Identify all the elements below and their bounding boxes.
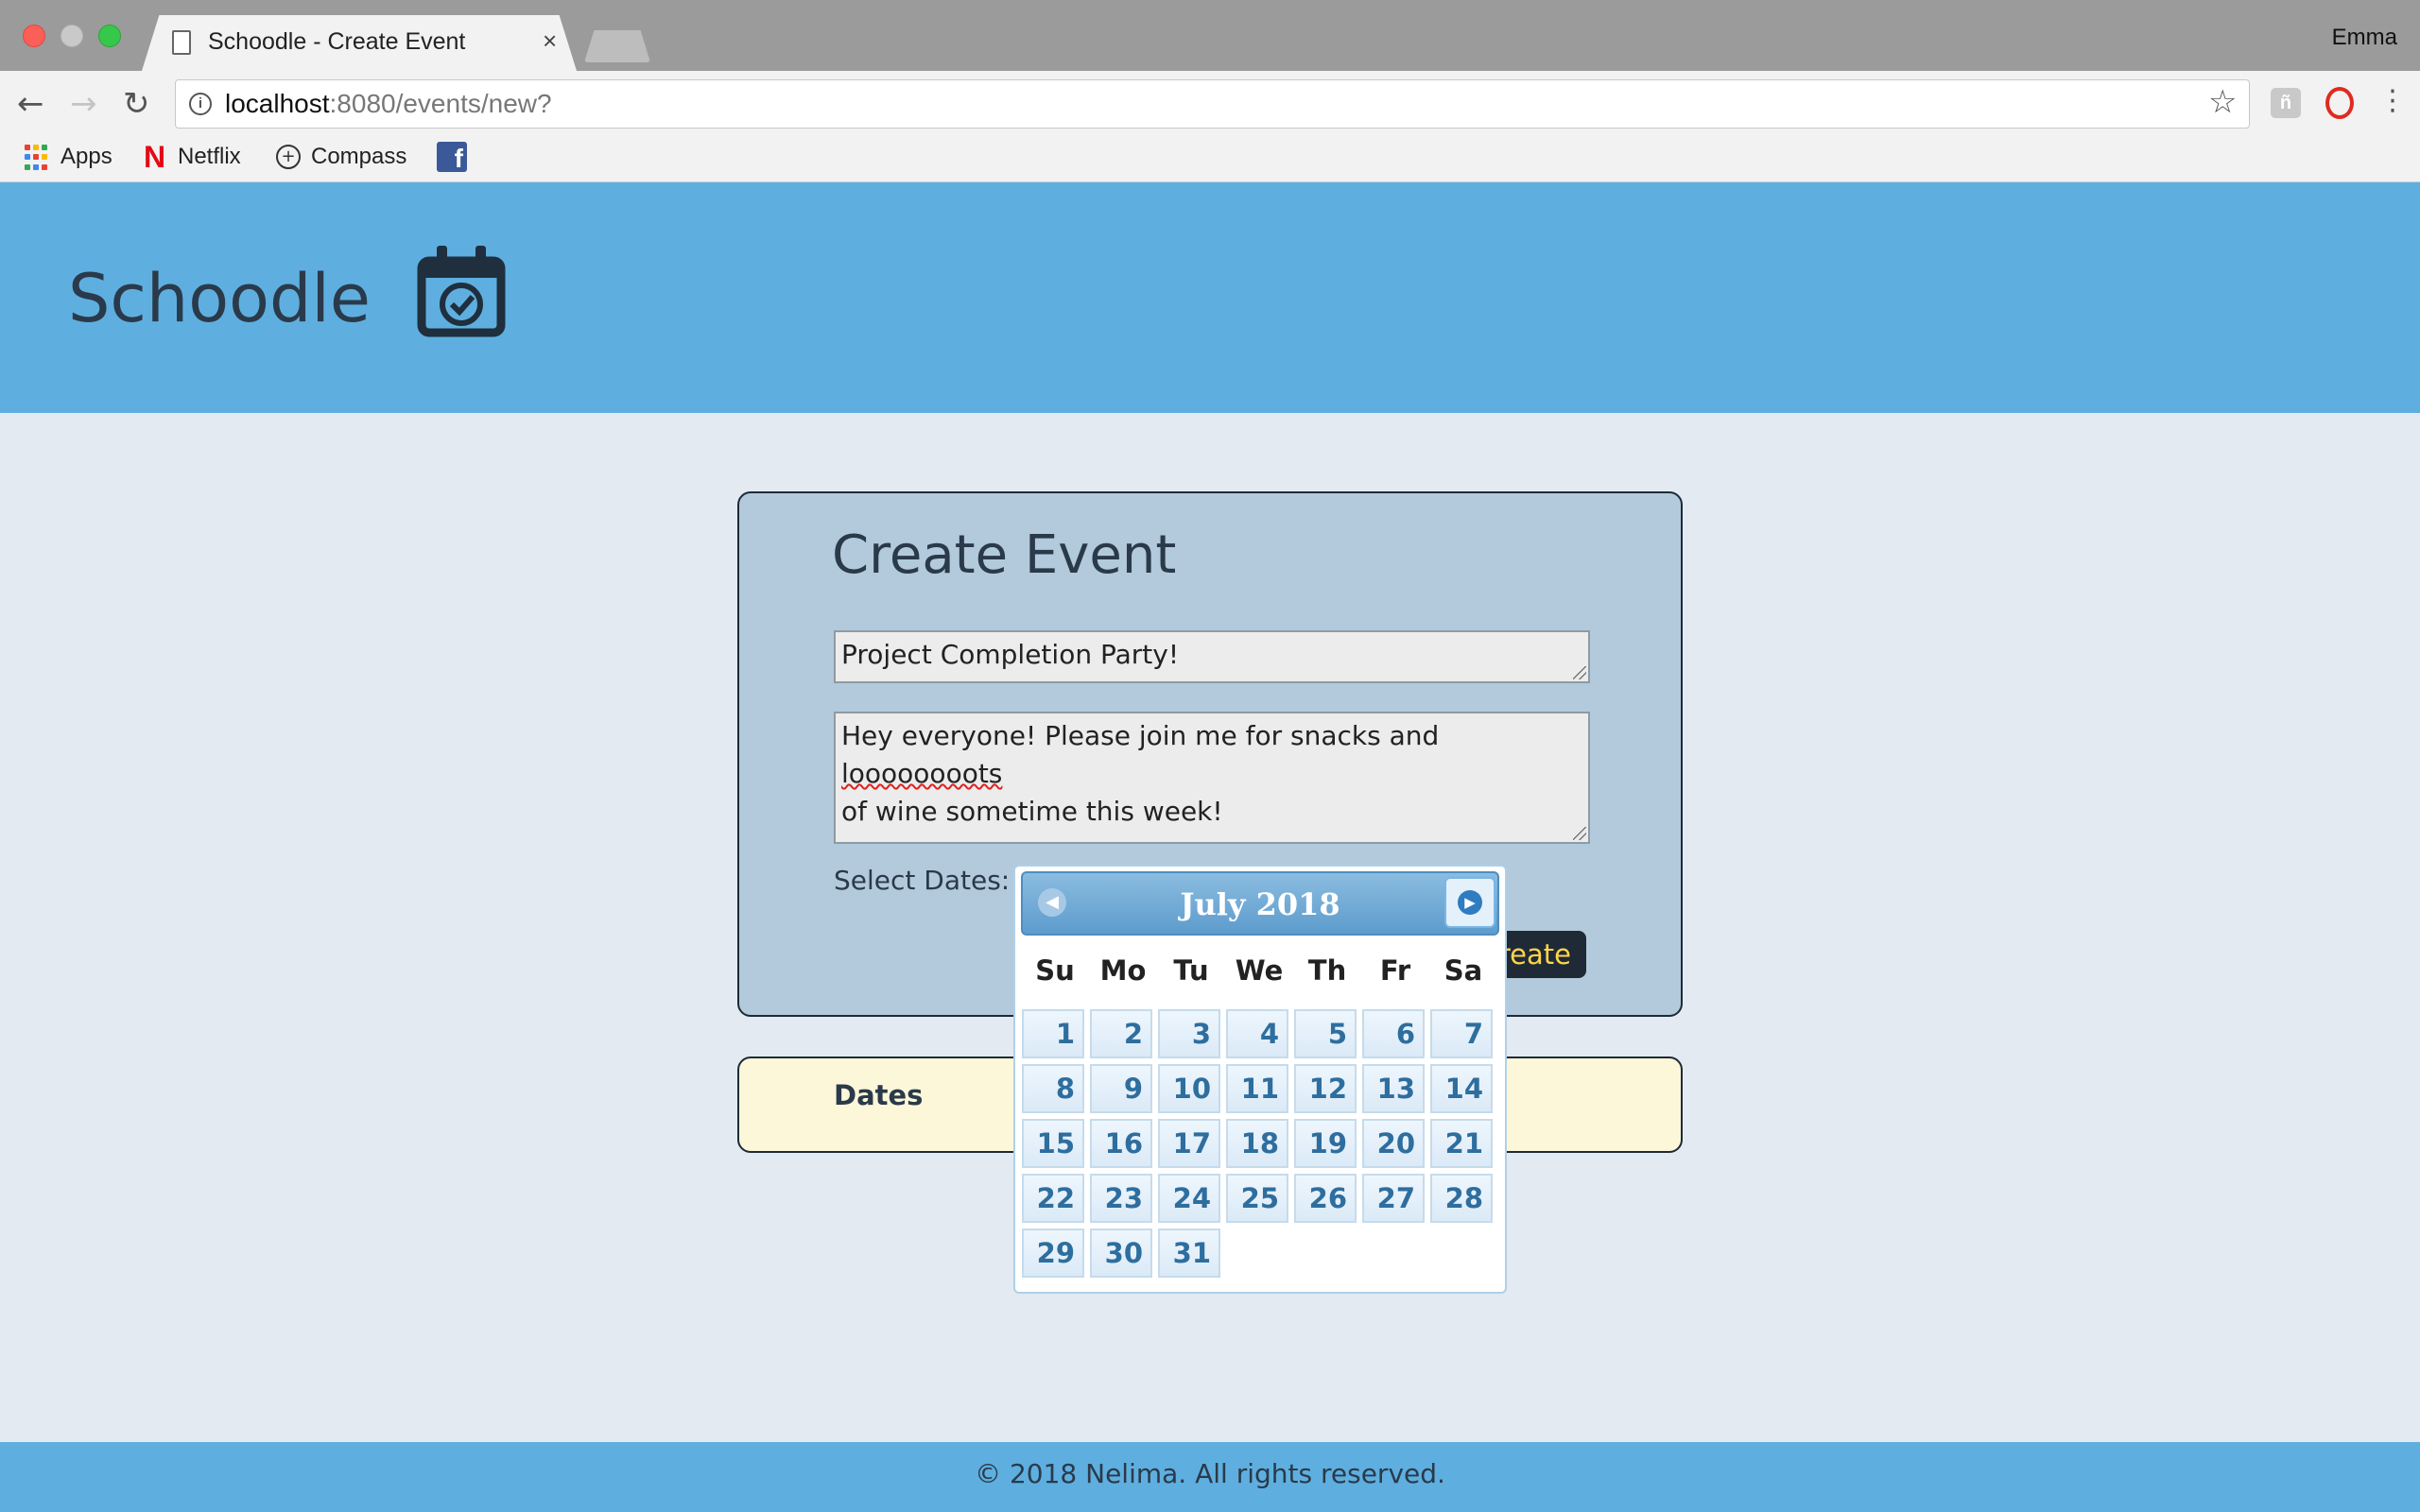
page-document-icon — [172, 30, 191, 55]
datepicker-day[interactable]: 13 — [1362, 1064, 1425, 1113]
facebook-icon[interactable]: f — [437, 142, 467, 172]
profile-name[interactable]: Emma — [2332, 25, 2397, 51]
window-maximize-button[interactable] — [98, 25, 121, 47]
datepicker-day[interactable]: 16 — [1090, 1119, 1152, 1168]
datepicker-day[interactable]: 4 — [1226, 1009, 1288, 1058]
netflix-icon: N — [144, 140, 166, 174]
event-title-field[interactable]: Project Completion Party! — [834, 630, 1590, 683]
datepicker-day[interactable]: 20 — [1362, 1119, 1425, 1168]
select-dates-label: Select Dates: — [834, 865, 1011, 896]
datepicker-day[interactable]: 15 — [1022, 1119, 1084, 1168]
datepicker-day[interactable]: 2 — [1090, 1009, 1152, 1058]
resize-grip-icon[interactable] — [1573, 827, 1586, 840]
tab-title: Schoodle - Create Event — [208, 28, 466, 55]
url-host: localhost — [225, 89, 330, 118]
datepicker-day[interactable]: 14 — [1430, 1064, 1493, 1113]
datepicker-day[interactable]: 30 — [1090, 1228, 1152, 1278]
site-info-icon[interactable]: i — [189, 93, 212, 115]
weekday-header: Sa — [1443, 954, 1483, 987]
datepicker-day[interactable]: 12 — [1294, 1064, 1357, 1113]
calendar-check-icon — [417, 246, 506, 337]
datepicker-day[interactable]: 29 — [1022, 1228, 1084, 1278]
weekday-header: Th — [1307, 954, 1347, 987]
bookmark-star-icon[interactable]: ☆ — [2208, 83, 2237, 121]
reload-icon[interactable]: ↻ — [123, 85, 150, 123]
resize-grip-icon[interactable] — [1573, 666, 1586, 679]
datepicker-day[interactable]: 5 — [1294, 1009, 1357, 1058]
weekday-header: Tu — [1173, 954, 1209, 987]
footer-copyright: © 2018 Nelima. All rights reserved. — [975, 1458, 1445, 1489]
datepicker-day[interactable]: 11 — [1226, 1064, 1288, 1113]
extension-icon[interactable]: ñ — [2271, 88, 2301, 118]
datepicker-day[interactable]: 24 — [1158, 1174, 1220, 1223]
bookmark-compass[interactable]: Compass — [311, 143, 406, 171]
weekday-header: We — [1235, 954, 1284, 987]
weekday-header: Mo — [1099, 954, 1147, 987]
bookmark-netflix[interactable]: Netflix — [178, 143, 241, 171]
address-url[interactable]: localhost:8080/events/new? — [225, 89, 552, 119]
datepicker-day[interactable]: 25 — [1226, 1174, 1288, 1223]
url-path: :8080/events/new? — [329, 89, 552, 118]
description-misspelled-word: loooooooots — [841, 758, 1003, 789]
datepicker-day[interactable]: 3 — [1158, 1009, 1220, 1058]
prev-month-icon[interactable]: ◀ — [1038, 888, 1066, 917]
datepicker-day[interactable]: 7 — [1430, 1009, 1493, 1058]
datepicker-day[interactable]: 6 — [1362, 1009, 1425, 1058]
forward-arrow-icon[interactable]: → — [70, 85, 97, 123]
new-tab-button[interactable] — [584, 30, 650, 62]
datepicker-day[interactable]: 23 — [1090, 1174, 1152, 1223]
event-title-value: Project Completion Party! — [841, 639, 1180, 670]
weekday-header: Fr — [1379, 954, 1411, 987]
opera-extension-icon[interactable] — [2325, 87, 2354, 119]
window-close-button[interactable] — [23, 25, 45, 47]
bookmark-apps[interactable]: Apps — [60, 143, 112, 171]
description-text-line2: of wine sometime this week! — [841, 796, 1223, 827]
datepicker-day[interactable]: 8 — [1022, 1064, 1084, 1113]
datepicker-day[interactable]: 18 — [1226, 1119, 1288, 1168]
datepicker-month-label: July 2018 — [1180, 886, 1340, 922]
datepicker-day[interactable]: 19 — [1294, 1119, 1357, 1168]
tab-close-button[interactable]: × — [543, 26, 557, 56]
event-description-field[interactable]: Hey everyone! Please join me for snacks … — [834, 712, 1590, 844]
next-month-button[interactable]: ▶ — [1444, 877, 1495, 928]
datepicker-day[interactable]: 27 — [1362, 1174, 1425, 1223]
datepicker-day[interactable]: 26 — [1294, 1174, 1357, 1223]
page-title: Create Event — [832, 524, 1177, 586]
datepicker-day[interactable]: 10 — [1158, 1064, 1220, 1113]
apps-grid-icon — [25, 145, 51, 171]
site-logo-text[interactable]: Schoodle — [68, 260, 371, 337]
dates-heading: Dates — [834, 1079, 924, 1111]
description-text-start: Hey everyone! Please join me for snacks … — [841, 720, 1440, 751]
datepicker-day[interactable]: 31 — [1158, 1228, 1220, 1278]
datepicker-day[interactable]: 17 — [1158, 1119, 1220, 1168]
browser-menu-icon[interactable]: ⋮ — [2378, 83, 2407, 119]
window-minimize-button[interactable] — [60, 25, 83, 47]
datepicker-day[interactable]: 22 — [1022, 1174, 1084, 1223]
back-arrow-icon[interactable]: ← — [17, 85, 44, 123]
datepicker-day[interactable]: 9 — [1090, 1064, 1152, 1113]
datepicker-day[interactable]: 28 — [1430, 1174, 1493, 1223]
datepicker-day[interactable]: 1 — [1022, 1009, 1084, 1058]
datepicker-day[interactable]: 21 — [1430, 1119, 1493, 1168]
weekday-header: Su — [1035, 954, 1075, 987]
compass-icon: + — [276, 145, 301, 169]
next-month-icon: ▶ — [1458, 890, 1482, 915]
